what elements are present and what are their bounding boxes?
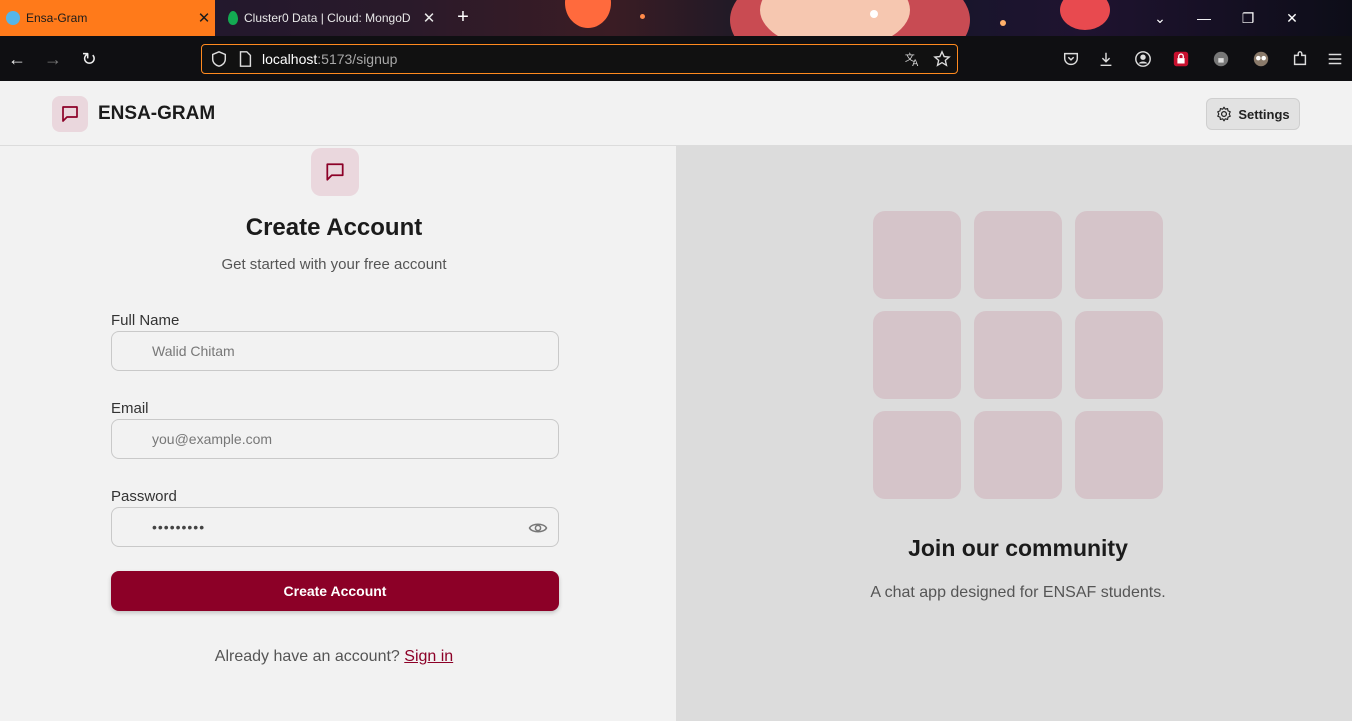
email-field[interactable] [111,419,559,459]
tab-title: Ensa-Gram [26,11,88,25]
tab-mongodb[interactable]: Cluster0 Data | Cloud: MongoD ✕ [220,0,440,36]
restore-button[interactable]: ❐ [1226,10,1270,27]
message-square-icon [62,106,78,122]
decorative-tile [974,311,1062,399]
full-name-input[interactable] [152,332,512,370]
signin-prompt-text: Already have an account? [214,648,405,665]
gear-icon [1217,106,1232,122]
full-name-label: Full Name [111,312,180,329]
mongodb-leaf-icon [228,11,238,25]
email-input[interactable] [152,420,512,458]
reload-button[interactable]: ↻ [79,49,99,69]
bookmark-star-icon[interactable] [933,50,951,68]
signup-title: Create Account [245,214,423,241]
menu-hamburger-icon[interactable] [1326,50,1344,68]
signin-prompt: Already have an account? Sign in [0,648,668,666]
minimize-button[interactable]: — [1182,10,1226,26]
close-tab-icon[interactable]: ✕ [418,9,440,27]
settings-label: Settings [1238,106,1290,122]
account-icon[interactable] [1134,50,1152,68]
forward-button[interactable]: → [43,49,63,69]
community-description: A chat app designed for ENSAF students. [870,584,1166,601]
settings-button[interactable]: Settings [1206,98,1300,130]
new-tab-button[interactable]: + [452,6,474,28]
browser-nav-bar: ← → ↻ localhost:5173/signup 文A [0,36,1352,81]
downloads-icon[interactable] [1097,50,1115,68]
brand-name[interactable]: ENSA-GRAM [98,103,215,125]
message-square-icon [326,163,344,181]
decorative-tile [873,211,961,299]
community-title: Join our community [908,535,1128,561]
tab-list-icon[interactable]: ⌄ [1138,10,1182,27]
close-window-button[interactable]: ✕ [1270,10,1314,27]
password-field[interactable] [111,507,559,547]
decorative-tile [1075,411,1163,499]
decorative-tile [974,411,1062,499]
page-icon[interactable] [236,50,254,68]
extension-badge-icon[interactable] [1212,50,1230,68]
decorative-tile [974,211,1062,299]
password-label: Password [111,488,177,505]
decorative-tile [873,411,961,499]
signup-logo [311,148,359,196]
app-logo[interactable] [52,96,88,132]
eye-icon[interactable] [528,518,548,538]
decorative-tile [1075,211,1163,299]
decorative-tile [873,311,961,399]
lock-extension-icon[interactable] [1172,50,1190,68]
extensions-puzzle-icon[interactable] [1291,50,1309,68]
svg-text:A: A [912,59,919,68]
browser-tab-bar: Ensa-Gram ✕ Cluster0 Data | Cloud: Mongo… [0,0,1352,36]
tab-title: Cluster0 Data | Cloud: MongoD [244,11,411,25]
pocket-icon[interactable] [1062,50,1080,68]
full-name-field[interactable] [111,331,559,371]
decorative-tile [1075,311,1163,399]
decorative-tile-grid [873,211,1163,499]
back-button[interactable]: ← [7,49,27,69]
window-controls: ⌄ — ❐ ✕ [1138,0,1314,36]
password-input[interactable] [152,508,512,546]
url-host: localhost [262,51,318,67]
sign-in-link[interactable]: Sign in [404,648,453,665]
community-panel: Join our community A chat app designed f… [676,146,1352,721]
create-account-button[interactable]: Create Account [111,571,559,611]
email-label: Email [111,400,149,417]
signup-subtitle: Get started with your free account [221,256,447,273]
shield-icon[interactable] [210,50,228,68]
address-bar[interactable]: localhost:5173/signup 文A [201,44,958,74]
translate-icon[interactable]: 文A [904,50,922,68]
owl-extension-icon[interactable] [1252,50,1270,68]
url-path: :5173/signup [317,51,398,67]
app-header: ENSA-GRAM Settings [0,81,1352,146]
tab-ensa-gram[interactable]: Ensa-Gram ✕ [0,0,215,36]
signup-panel: Create Account Get started with your fre… [0,146,676,721]
chat-favicon-icon [6,11,20,25]
close-tab-icon[interactable]: ✕ [193,9,215,27]
